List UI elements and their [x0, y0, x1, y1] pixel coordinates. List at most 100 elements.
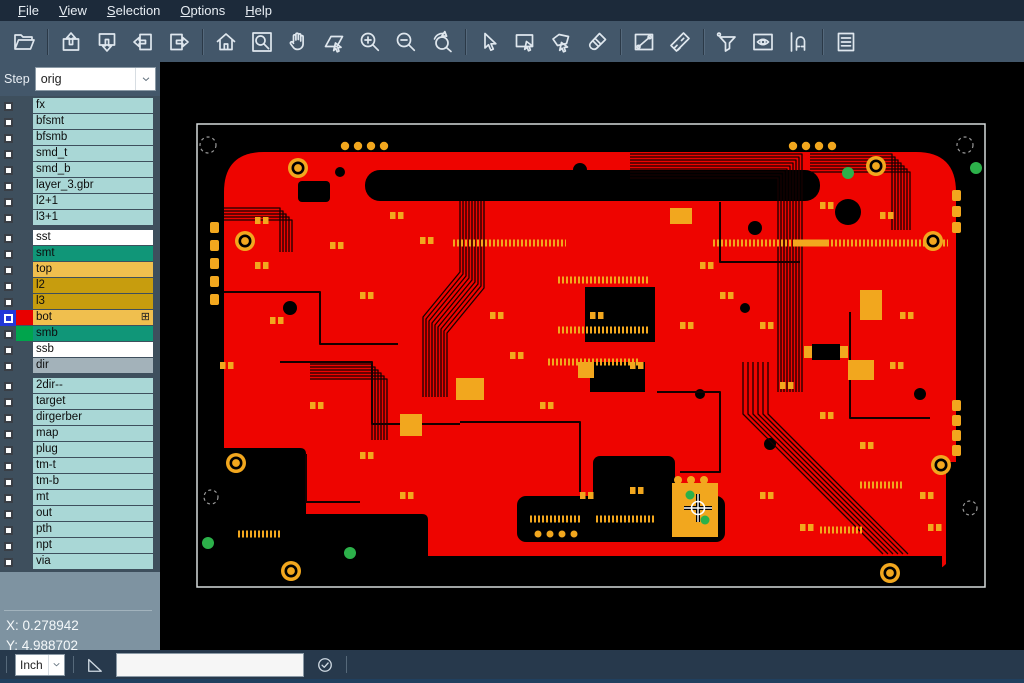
zoom-window-button[interactable] — [244, 25, 280, 59]
layer-name[interactable]: target — [33, 394, 153, 409]
layer-name[interactable]: l3 — [33, 294, 153, 309]
checkbox[interactable] — [4, 542, 13, 551]
layer-name[interactable]: map — [33, 426, 153, 441]
layer-checkbox[interactable] — [0, 474, 16, 490]
checkbox[interactable] — [4, 166, 13, 175]
checkbox[interactable] — [4, 266, 13, 275]
select-poly-button[interactable] — [543, 25, 579, 59]
checkbox[interactable] — [4, 510, 13, 519]
zoom-area-button[interactable] — [316, 25, 352, 59]
layer-name[interactable]: l3+1 — [33, 210, 153, 225]
layer-checkbox[interactable] — [0, 538, 16, 554]
layer-row-bfsmb[interactable]: bfsmb — [0, 130, 160, 146]
checkbox[interactable] — [4, 478, 13, 487]
layer-row-mt[interactable]: mt — [0, 490, 160, 506]
checkbox[interactable] — [4, 462, 13, 471]
checkbox[interactable] — [4, 182, 13, 191]
layer-name[interactable]: via — [33, 554, 153, 569]
layer-row-out[interactable]: out — [0, 506, 160, 522]
ruler-button[interactable] — [662, 25, 698, 59]
layer-checkbox[interactable] — [0, 394, 16, 410]
layer-row-smd_t[interactable]: smd_t — [0, 146, 160, 162]
layer-row-l2[interactable]: l2 — [0, 278, 160, 294]
layer-name[interactable]: npt — [33, 538, 153, 553]
layer-checkbox[interactable] — [0, 278, 16, 294]
layer-name[interactable]: bfsmb — [33, 130, 153, 145]
checkbox[interactable] — [4, 234, 13, 243]
layer-row-l2+1[interactable]: l2+1 — [0, 194, 160, 210]
layer-name[interactable]: tm-t — [33, 458, 153, 473]
checkbox[interactable] — [4, 330, 13, 339]
import-left-button[interactable] — [125, 25, 161, 59]
zoom-out-button[interactable] — [388, 25, 424, 59]
layer-row-l3+1[interactable]: l3+1 — [0, 210, 160, 226]
layer-row-plug[interactable]: plug — [0, 442, 160, 458]
checkbox[interactable] — [4, 526, 13, 535]
checkbox[interactable] — [4, 382, 13, 391]
layer-row-smd_b[interactable]: smd_b — [0, 162, 160, 178]
layer-row-fx[interactable]: fx — [0, 98, 160, 114]
layer-row-top[interactable]: top — [0, 262, 160, 278]
command-input[interactable] — [116, 653, 304, 677]
layer-row-bot[interactable]: bot⊞ — [0, 310, 160, 326]
layer-row-sst[interactable]: sst — [0, 230, 160, 246]
checkbox[interactable] — [4, 282, 13, 291]
layer-name[interactable]: fx — [33, 98, 153, 113]
angle-icon[interactable] — [82, 653, 108, 677]
checkbox[interactable] — [4, 446, 13, 455]
layer-name[interactable]: pth — [33, 522, 153, 537]
chevron-down-icon[interactable] — [135, 68, 155, 90]
apply-icon[interactable] — [312, 653, 338, 677]
layer-checkbox[interactable] — [0, 98, 16, 114]
layer-name[interactable]: bfsmt — [33, 114, 153, 129]
menu-help[interactable]: Help — [235, 0, 282, 21]
layer-checkbox[interactable] — [0, 410, 16, 426]
report-button[interactable] — [828, 25, 864, 59]
visibility-button[interactable] — [745, 25, 781, 59]
layer-row-l3[interactable]: l3 — [0, 294, 160, 310]
menu-options[interactable]: Options — [170, 0, 235, 21]
step-dropdown[interactable]: orig — [35, 67, 156, 91]
layer-row-2dir--[interactable]: 2dir-- — [0, 378, 160, 394]
measure-button[interactable] — [626, 25, 662, 59]
checkbox[interactable] — [4, 118, 13, 127]
home-button[interactable] — [208, 25, 244, 59]
layer-name[interactable]: bot⊞ — [33, 310, 153, 325]
layer-row-smb[interactable]: smb — [0, 326, 160, 342]
snap-magnet-button[interactable] — [781, 25, 817, 59]
layer-checkbox[interactable] — [0, 442, 16, 458]
layer-row-bfsmt[interactable]: bfsmt — [0, 114, 160, 130]
layer-name[interactable]: layer_3.gbr — [33, 178, 153, 193]
layer-row-dir[interactable]: dir — [0, 358, 160, 374]
layer-checkbox[interactable] — [0, 506, 16, 522]
layer-checkbox[interactable] — [0, 146, 16, 162]
layer-checkbox[interactable] — [0, 458, 16, 474]
layer-row-tm-b[interactable]: tm-b — [0, 474, 160, 490]
layer-name[interactable]: 2dir-- — [33, 378, 153, 393]
checkbox[interactable] — [4, 398, 13, 407]
layer-checkbox[interactable] — [0, 378, 16, 394]
checkbox[interactable] — [4, 102, 13, 111]
layer-name[interactable]: smb — [33, 326, 153, 341]
layer-row-dirgerber[interactable]: dirgerber — [0, 410, 160, 426]
layer-checkbox[interactable] — [0, 210, 16, 226]
layer-checkbox[interactable] — [0, 522, 16, 538]
checkbox[interactable] — [4, 298, 13, 307]
pan-hand-button[interactable] — [280, 25, 316, 59]
open-button[interactable] — [6, 25, 42, 59]
select-rect-button[interactable] — [507, 25, 543, 59]
pcb-canvas[interactable] — [160, 62, 1024, 650]
layer-checkbox[interactable] — [0, 358, 16, 374]
checkbox[interactable] — [4, 314, 13, 323]
layer-name[interactable]: smd_t — [33, 146, 153, 161]
chevron-down-icon[interactable] — [48, 655, 64, 675]
menu-file[interactable]: File — [8, 0, 49, 21]
layer-checkbox[interactable] — [0, 342, 16, 358]
layer-row-via[interactable]: via — [0, 554, 160, 570]
units-dropdown[interactable]: Inch — [15, 654, 65, 676]
layer-checkbox[interactable] — [0, 194, 16, 210]
layer-checkbox[interactable] — [0, 230, 16, 246]
layer-checkbox[interactable] — [0, 310, 16, 326]
layer-checkbox[interactable] — [0, 162, 16, 178]
layer-name[interactable]: dirgerber — [33, 410, 153, 425]
